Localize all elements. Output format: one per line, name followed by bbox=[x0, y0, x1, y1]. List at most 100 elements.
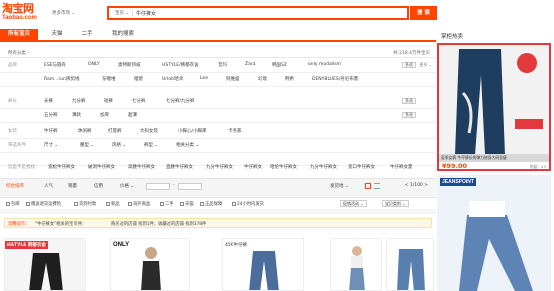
check-new[interactable]: 新品 bbox=[106, 201, 120, 207]
filter-option[interactable]: 音玛 bbox=[218, 62, 227, 68]
related-link[interactable]: 宽口牛仔裤女 bbox=[348, 164, 375, 170]
filter-option[interactable]: 打底裤 bbox=[108, 128, 122, 134]
related-link[interactable]: 牛仔裤女 bbox=[244, 164, 262, 170]
ship-from-dropdown[interactable]: 发货地 ⌄ bbox=[330, 183, 349, 189]
filter-option[interactable]: 五分裤 bbox=[44, 112, 58, 118]
tab-second-hand[interactable]: 二手 bbox=[76, 29, 98, 40]
checkbox-icon[interactable] bbox=[26, 201, 30, 206]
related-link[interactable]: 牛仔裤女夏 bbox=[390, 164, 413, 170]
multi-select-button[interactable]: 多选 bbox=[402, 98, 416, 104]
filter-option[interactable]: Urlot/哈幸 bbox=[162, 76, 183, 82]
filter-option[interactable]: ONLY bbox=[88, 62, 100, 67]
sort-default[interactable]: 综合排序 bbox=[6, 183, 24, 189]
sort-price[interactable]: 价格 ⌄ bbox=[120, 183, 134, 189]
featured-ad[interactable]: 夏季女裤 牛仔裤长的弹力修身大码显瘦 ¥99.00 销量：49 bbox=[437, 43, 551, 171]
filter-dropdown[interactable]: 腰型 ⌄ bbox=[80, 142, 94, 148]
tab-my-search[interactable]: 我的搜索 bbox=[106, 29, 140, 40]
mini-pager[interactable]: < 1/100 > bbox=[405, 183, 428, 188]
filter-option[interactable]: only modalism bbox=[308, 62, 341, 67]
checkbox-icon[interactable] bbox=[200, 201, 204, 206]
filter-option[interactable]: 韩国SZ bbox=[272, 62, 287, 68]
filter-option[interactable]: ESE与圆舟 bbox=[44, 62, 66, 68]
sort-sales[interactable]: 销量 bbox=[68, 183, 77, 189]
filter-option[interactable]: 牛仔裤 bbox=[44, 128, 58, 134]
list-view-icon[interactable] bbox=[374, 183, 380, 189]
item-type-dropdown[interactable]: 宝贝类别 ⌄ bbox=[382, 200, 409, 207]
check-24h[interactable]: 24小时内发货 bbox=[232, 201, 264, 207]
filter-option[interactable]: 奥特斯邦威 bbox=[118, 62, 141, 68]
price-min-input[interactable] bbox=[146, 183, 170, 190]
related-link[interactable]: 高腰牛仔裤女 bbox=[128, 164, 155, 170]
filter-option[interactable]: 休闲裤 bbox=[78, 128, 92, 134]
search-category-select[interactable]: 宝贝 ⌄ bbox=[111, 10, 133, 17]
sort-credit[interactable]: 信用 bbox=[94, 183, 103, 189]
product-card[interactable]: HSTYLE 韩都衣舍 bbox=[4, 238, 86, 291]
filter-option[interactable]: 九分裤 bbox=[72, 98, 86, 104]
related-link[interactable]: 直腰牛仔裤女 bbox=[166, 164, 193, 170]
multi-select-button[interactable]: 多选 bbox=[402, 62, 416, 68]
product-card[interactable]: 45€牛仔裤 bbox=[222, 238, 304, 291]
tab-tmall[interactable]: 天猫 bbox=[46, 29, 68, 40]
filter-option[interactable]: 荆希 bbox=[285, 76, 294, 82]
filter-option[interactable]: 小脚心/小脚库 bbox=[178, 128, 207, 134]
filter-option[interactable]: Zara bbox=[245, 62, 255, 67]
view-toggle[interactable] bbox=[365, 183, 381, 190]
checkbox-icon[interactable] bbox=[160, 201, 164, 206]
tab-all-items[interactable]: 所有宝贝 bbox=[0, 29, 38, 40]
check-second-hand[interactable]: 二手 bbox=[160, 201, 174, 207]
filter-option[interactable]: 超薄 bbox=[128, 112, 137, 118]
grid-view-icon[interactable] bbox=[365, 183, 371, 189]
checkbox-icon[interactable] bbox=[106, 201, 110, 206]
filter-dropdown[interactable]: 相关分类 ⌄ bbox=[176, 142, 199, 148]
notice-text-2[interactable]: 购买过的店铺 找到1件；收藏过的店铺 找到378件 bbox=[111, 221, 206, 227]
check-cod[interactable]: 货到付款 bbox=[74, 201, 96, 207]
filter-option[interactable]: 长裤 bbox=[44, 98, 53, 104]
filter-dropdown[interactable]: 裤型 ⌄ bbox=[144, 142, 158, 148]
related-link[interactable]: 哈伦牛仔裤女 bbox=[270, 164, 297, 170]
check-genuine[interactable]: 正品保障 bbox=[200, 201, 222, 207]
filter-option[interactable]: Ram...run牌剪线 bbox=[44, 76, 80, 82]
filter-option[interactable]: 加厚 bbox=[100, 112, 109, 118]
product-card[interactable] bbox=[330, 238, 382, 291]
filter-option[interactable]: DENYBLUES/丹尼布鲁 bbox=[312, 76, 358, 82]
product-card[interactable] bbox=[386, 238, 434, 291]
filter-dropdown[interactable]: 风格 ⌄ bbox=[112, 142, 126, 148]
filter-option[interactable]: 薄款 bbox=[72, 112, 81, 118]
filter-option[interactable]: 大码女装 bbox=[140, 128, 158, 134]
checkbox-icon[interactable] bbox=[180, 201, 184, 206]
filter-option[interactable]: 阿维盛 bbox=[226, 76, 240, 82]
related-link[interactable]: 宽松牛仔裤女 bbox=[48, 164, 75, 170]
breadcrumb[interactable]: 所有分类 › bbox=[8, 50, 29, 56]
filter-option[interactable]: 短裤 bbox=[104, 98, 113, 104]
checkbox-icon[interactable] bbox=[6, 201, 10, 206]
related-link[interactable]: 九分牛仔裤女 bbox=[206, 164, 233, 170]
filter-option[interactable]: 哩佬 bbox=[134, 76, 143, 82]
filter-option[interactable]: 七分裤/九分裤 bbox=[166, 98, 195, 104]
filter-option[interactable]: Lee bbox=[200, 76, 208, 81]
filter-option[interactable]: HSTYLE/韩都衣舍 bbox=[162, 62, 199, 68]
check-tmall[interactable]: 天猫 bbox=[180, 201, 194, 207]
checkbox-icon[interactable] bbox=[232, 201, 236, 206]
check-return-insurance[interactable]: 赠送退货运费险 bbox=[26, 201, 61, 207]
more-toggle[interactable]: 更多 ⌄ bbox=[419, 62, 432, 68]
price-max-input[interactable] bbox=[178, 183, 202, 190]
filter-option[interactable]: 七分裤 bbox=[132, 98, 146, 104]
product-card[interactable]: ONLY bbox=[110, 238, 190, 291]
check-overseas[interactable]: 海外商品 bbox=[128, 201, 150, 207]
multi-select-button[interactable]: 多选 bbox=[402, 112, 416, 118]
filter-option[interactable]: 幻境 bbox=[258, 76, 267, 82]
sort-popularity[interactable]: 人气 bbox=[44, 183, 53, 189]
filter-option[interactable]: 卡务家 bbox=[228, 128, 242, 134]
related-link[interactable]: 九分牛仔裤女 bbox=[310, 164, 337, 170]
checkbox-icon[interactable] bbox=[128, 201, 132, 206]
featured-ad-2[interactable]: JEANSPOINT bbox=[437, 175, 551, 291]
search-input[interactable] bbox=[136, 9, 336, 18]
filter-option[interactable]: 东喔堆 bbox=[102, 76, 116, 82]
related-link[interactable]: 破洞牛仔裤女 bbox=[88, 164, 115, 170]
promo-dropdown[interactable]: 促销活动 ⌄ bbox=[340, 200, 367, 207]
filter-dropdown[interactable]: 尺寸 ⌄ bbox=[44, 142, 58, 148]
market-dropdown[interactable]: 更多市场 ⌄ bbox=[52, 10, 75, 16]
checkbox-icon[interactable] bbox=[74, 201, 78, 206]
search-button[interactable]: 搜 索 bbox=[410, 6, 437, 20]
check-free-shipping[interactable]: 包邮 bbox=[6, 201, 20, 207]
